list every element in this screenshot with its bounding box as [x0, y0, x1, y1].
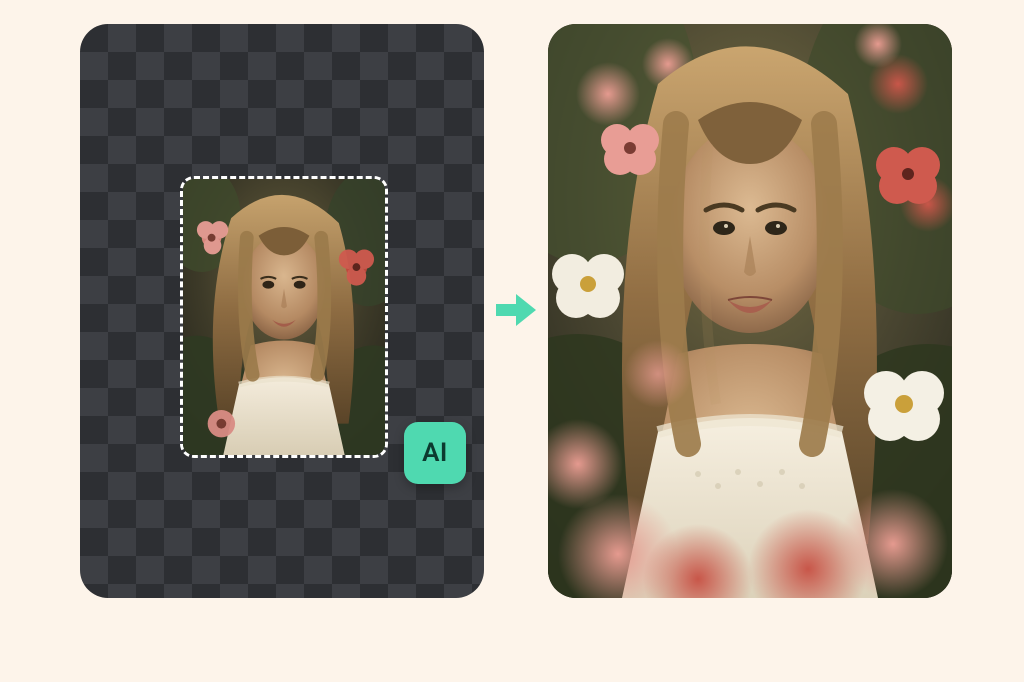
after-result [548, 24, 952, 598]
source-image-selection[interactable] [180, 176, 388, 458]
result-image [548, 24, 952, 598]
before-canvas: AI [80, 24, 484, 598]
comparison-stage: AI [0, 0, 1024, 682]
source-image [183, 179, 385, 455]
ai-badge[interactable]: AI [404, 422, 466, 484]
arrow-right-icon [492, 286, 540, 334]
ai-badge-label: AI [422, 438, 448, 468]
